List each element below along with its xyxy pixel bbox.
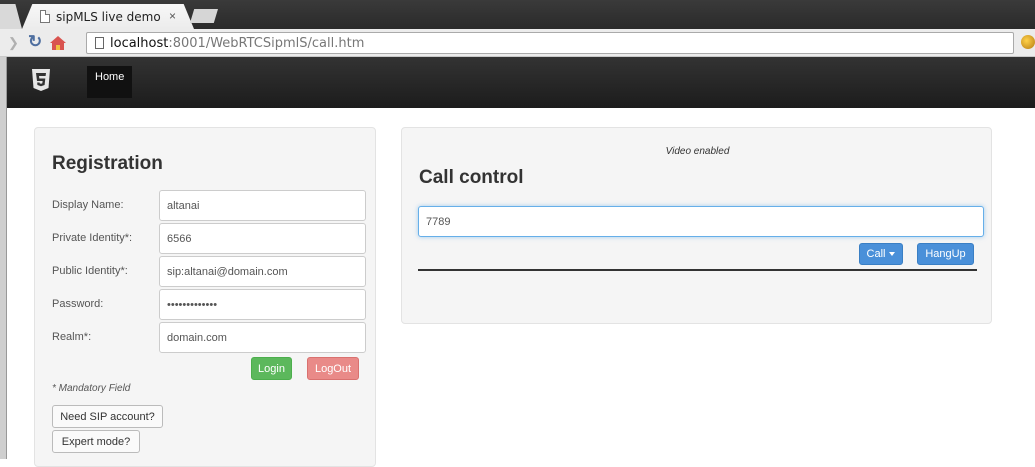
html5-logo-icon xyxy=(32,69,50,91)
password-input[interactable] xyxy=(159,289,366,320)
new-tab-button[interactable] xyxy=(190,9,218,23)
private-identity-label: Private Identity*: xyxy=(52,232,133,244)
tab-title: sipMLS live demo xyxy=(56,9,161,24)
expert-mode-button[interactable]: Expert mode? xyxy=(52,430,140,453)
registration-title: Registration xyxy=(52,153,163,174)
mandatory-note: * Mandatory Field xyxy=(52,383,131,394)
reload-icon[interactable]: ↻ xyxy=(28,32,42,52)
realm-row: Realm*: xyxy=(35,322,375,353)
address-bar[interactable]: localhost:8001/WebRTCSipmlS/call.htm xyxy=(86,32,1014,54)
logout-button[interactable]: LogOut xyxy=(307,357,359,380)
password-label: Password: xyxy=(52,298,104,310)
call-button[interactable]: Call xyxy=(859,243,903,265)
forward-icon[interactable]: ❯ xyxy=(8,35,19,51)
need-sip-account-button[interactable]: Need SIP account? xyxy=(52,405,163,428)
extension-icon[interactable] xyxy=(1021,35,1035,49)
home-icon[interactable] xyxy=(48,33,68,53)
site-navbar: Home xyxy=(7,57,1035,108)
call-control-panel: Video enabled Call control Call HangUp xyxy=(401,127,992,324)
public-identity-input[interactable] xyxy=(159,256,366,287)
page-icon xyxy=(95,37,104,49)
browser-toolbar: ❯ ↻ localhost:8001/WebRTCSipmlS/call.htm xyxy=(0,29,1035,57)
call-number-input[interactable] xyxy=(418,206,984,237)
display-name-input[interactable] xyxy=(159,190,366,221)
registration-panel: Registration Display Name: Private Ident… xyxy=(34,127,376,467)
password-row: Password: xyxy=(35,289,375,320)
login-button[interactable]: Login xyxy=(251,357,292,380)
url-host: localhost xyxy=(110,35,169,51)
display-name-row: Display Name: xyxy=(35,190,375,221)
public-identity-label: Public Identity*: xyxy=(52,265,128,277)
caret-down-icon xyxy=(889,252,896,256)
call-control-title: Call control xyxy=(419,167,524,188)
previous-tab[interactable] xyxy=(0,4,22,29)
call-button-label: Call xyxy=(866,248,886,260)
video-status: Video enabled xyxy=(665,146,730,157)
realm-label: Realm*: xyxy=(52,331,92,343)
private-identity-row: Private Identity*: xyxy=(35,223,375,254)
call-divider xyxy=(418,269,977,271)
close-tab-icon[interactable]: × xyxy=(169,9,176,23)
browser-tab-strip: sipMLS live demo × xyxy=(0,0,1035,29)
page-icon xyxy=(40,10,50,23)
window-edge xyxy=(0,57,7,459)
public-identity-row: Public Identity*: xyxy=(35,256,375,287)
private-identity-input[interactable] xyxy=(159,223,366,254)
realm-input[interactable] xyxy=(159,322,366,353)
display-name-label: Display Name: xyxy=(52,199,124,211)
url-path: :8001/WebRTCSipmlS/call.htm xyxy=(168,35,365,51)
browser-tab-active[interactable]: sipMLS live demo × xyxy=(22,4,194,29)
nav-home-link[interactable]: Home xyxy=(87,66,133,98)
hangup-button[interactable]: HangUp xyxy=(917,243,974,265)
